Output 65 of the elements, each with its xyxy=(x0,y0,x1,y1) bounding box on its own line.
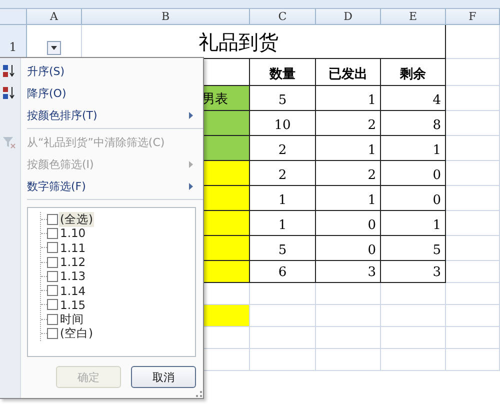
header-cell: 已发出 xyxy=(316,59,381,86)
submenu-arrow-icon xyxy=(189,183,193,190)
table-cell: 2 xyxy=(316,111,381,136)
caret-icon xyxy=(51,46,57,50)
table-cell: 0 xyxy=(316,211,381,236)
table-cell: 0 xyxy=(381,161,446,186)
sort-ascending-icon xyxy=(2,64,16,78)
column-header[interactable]: E xyxy=(381,9,446,25)
table-cell: 1 xyxy=(250,186,316,211)
table-cell: 1 xyxy=(381,211,446,236)
column-header[interactable]: F xyxy=(446,9,500,25)
table-cell: 0 xyxy=(381,186,446,211)
value-label[interactable]: (全选) xyxy=(59,212,94,227)
header-cell: 数量 xyxy=(250,59,316,86)
resize-grip-icon[interactable] xyxy=(196,391,202,397)
table-cell: 5 xyxy=(381,236,446,261)
value-label[interactable]: 1.11 xyxy=(59,240,87,255)
table-cell: 1 xyxy=(316,136,381,161)
table-cell: 8 xyxy=(381,111,446,136)
table-cell: 1 xyxy=(316,186,381,211)
column-header[interactable]: B xyxy=(82,9,250,25)
table-cell: 10 xyxy=(250,111,316,136)
table-cell: 5 xyxy=(250,86,316,111)
checkbox[interactable] xyxy=(47,328,58,340)
clear-filter-icon xyxy=(2,135,16,149)
checkbox[interactable] xyxy=(47,256,58,268)
table-cell: 6 xyxy=(250,261,316,283)
filter-dropdown-button[interactable] xyxy=(47,41,61,55)
checkbox[interactable] xyxy=(47,285,58,296)
submenu-arrow-icon xyxy=(189,161,193,168)
value-label[interactable]: 1.12 xyxy=(59,255,87,270)
table-cell: 5 xyxy=(250,236,316,261)
table-cell: 3 xyxy=(316,261,381,283)
checkbox[interactable] xyxy=(47,270,58,282)
value-label[interactable]: 1.10 xyxy=(59,226,87,240)
checkbox[interactable] xyxy=(47,228,58,239)
column-header[interactable]: C xyxy=(250,9,316,25)
table-cell: 3 xyxy=(381,261,446,283)
checkbox[interactable] xyxy=(47,242,58,254)
value-label[interactable]: 1.14 xyxy=(59,284,87,298)
menu-item[interactable]: 升序(S) xyxy=(0,60,203,82)
table-cell: 1 xyxy=(381,136,446,161)
table-cell: 2 xyxy=(250,136,316,161)
table-cell: 2 xyxy=(250,161,316,186)
table-cell: 2 xyxy=(316,161,381,186)
value-label[interactable]: 1.15 xyxy=(59,298,87,312)
table-cell: 1 xyxy=(316,86,381,111)
row-header[interactable]: 1 xyxy=(0,25,27,59)
value-label[interactable]: (空白) xyxy=(59,326,94,342)
submenu-arrow-icon xyxy=(189,112,193,119)
empty-cell xyxy=(446,25,500,59)
cancel-button[interactable]: 取消 xyxy=(131,366,196,388)
table-cell: 0 xyxy=(316,236,381,261)
menu-item[interactable]: 数字筛选(F) xyxy=(0,175,203,197)
sort-descending-icon xyxy=(2,86,16,100)
checkbox[interactable] xyxy=(47,299,58,310)
column-header[interactable]: A xyxy=(27,9,82,25)
value-label[interactable]: 1.13 xyxy=(59,269,87,284)
header-cell: 剩余 xyxy=(381,59,446,86)
table-cell: 1 xyxy=(250,211,316,236)
table-cell: 4 xyxy=(381,86,446,111)
checkbox[interactable] xyxy=(47,314,58,325)
value-label[interactable]: 时间 xyxy=(59,312,85,327)
column-header[interactable]: D xyxy=(316,9,381,25)
checkbox[interactable] xyxy=(47,214,58,225)
